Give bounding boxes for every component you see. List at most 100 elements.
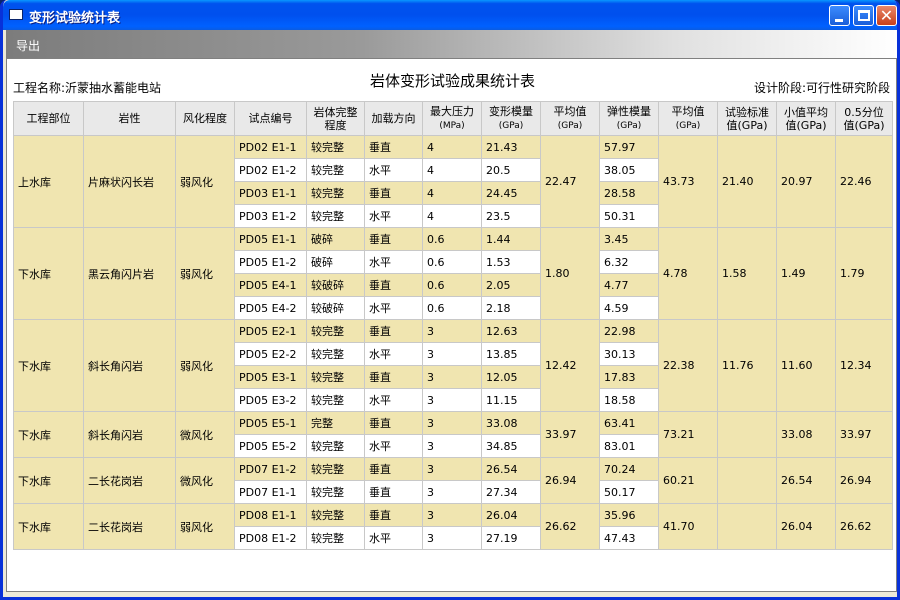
rock-type-cell[interactable]: 二长花岗岩 (83, 457, 176, 504)
standard-value-cell[interactable]: 11.76 (717, 319, 777, 412)
integrity-cell[interactable]: 较完整 (306, 319, 365, 343)
rock-type-cell[interactable]: 斜长角闪岩 (83, 411, 176, 458)
column-header[interactable]: 变形模量 (GPa) (481, 101, 541, 136)
load-direction-cell[interactable]: 垂直 (364, 503, 423, 527)
max-pressure-cell[interactable]: 4 (422, 135, 482, 159)
max-pressure-cell[interactable]: 3 (422, 503, 482, 527)
test-point-id-cell[interactable]: PD08 E1-2 (234, 526, 307, 550)
weathering-cell[interactable]: 弱风化 (175, 227, 235, 320)
standard-value-cell[interactable] (717, 457, 777, 504)
elastic-avg-cell[interactable]: 43.73 (658, 135, 718, 228)
column-header[interactable]: 最大压力 (MPa) (422, 101, 482, 136)
deformation-modulus-cell[interactable]: 34.85 (481, 434, 541, 458)
test-point-id-cell[interactable]: PD05 E5-1 (234, 411, 307, 435)
test-point-id-cell[interactable]: PD05 E5-2 (234, 434, 307, 458)
integrity-cell[interactable]: 较完整 (306, 503, 365, 527)
column-header[interactable]: 试验标准 值(GPa) (717, 101, 777, 136)
max-pressure-cell[interactable]: 3 (422, 526, 482, 550)
elastic-modulus-cell[interactable]: 6.32 (599, 250, 659, 274)
column-header[interactable]: 试点编号 (234, 101, 307, 136)
location-cell[interactable]: 上水库 (13, 135, 84, 228)
load-direction-cell[interactable]: 垂直 (364, 181, 423, 205)
load-direction-cell[interactable]: 垂直 (364, 319, 423, 343)
quantile-05-cell[interactable]: 22.46 (835, 135, 893, 228)
elastic-modulus-cell[interactable]: 70.24 (599, 457, 659, 481)
deformation-modulus-cell[interactable]: 23.5 (481, 204, 541, 228)
integrity-cell[interactable]: 完整 (306, 411, 365, 435)
load-direction-cell[interactable]: 水平 (364, 250, 423, 274)
deformation-modulus-cell[interactable]: 27.19 (481, 526, 541, 550)
integrity-cell[interactable]: 较破碎 (306, 296, 365, 320)
deformation-modulus-cell[interactable]: 1.44 (481, 227, 541, 251)
max-pressure-cell[interactable]: 3 (422, 319, 482, 343)
max-pressure-cell[interactable]: 0.6 (422, 296, 482, 320)
test-point-id-cell[interactable]: PD05 E1-1 (234, 227, 307, 251)
elastic-modulus-cell[interactable]: 30.13 (599, 342, 659, 366)
column-header[interactable]: 岩体完整 程度 (306, 101, 365, 136)
load-direction-cell[interactable]: 水平 (364, 204, 423, 228)
location-cell[interactable]: 下水库 (13, 319, 84, 412)
test-point-id-cell[interactable]: PD05 E4-2 (234, 296, 307, 320)
integrity-cell[interactable]: 破碎 (306, 227, 365, 251)
maximize-button[interactable] (853, 5, 874, 26)
max-pressure-cell[interactable]: 3 (422, 411, 482, 435)
max-pressure-cell[interactable]: 3 (422, 365, 482, 389)
integrity-cell[interactable]: 破碎 (306, 250, 365, 274)
test-point-id-cell[interactable]: PD05 E3-1 (234, 365, 307, 389)
deformation-modulus-cell[interactable]: 12.63 (481, 319, 541, 343)
elastic-modulus-cell[interactable]: 83.01 (599, 434, 659, 458)
standard-value-cell[interactable] (717, 411, 777, 458)
test-point-id-cell[interactable]: PD07 E1-2 (234, 457, 307, 481)
elastic-modulus-cell[interactable]: 38.05 (599, 158, 659, 182)
integrity-cell[interactable]: 较完整 (306, 135, 365, 159)
deformation-avg-cell[interactable]: 1.80 (540, 227, 600, 320)
elastic-modulus-cell[interactable]: 47.43 (599, 526, 659, 550)
load-direction-cell[interactable]: 垂直 (364, 411, 423, 435)
quantile-05-cell[interactable]: 12.34 (835, 319, 893, 412)
column-header[interactable]: 岩性 (83, 101, 176, 136)
max-pressure-cell[interactable]: 3 (422, 480, 482, 504)
integrity-cell[interactable]: 较完整 (306, 480, 365, 504)
min-avg-cell[interactable]: 26.04 (776, 503, 836, 550)
integrity-cell[interactable]: 较破碎 (306, 273, 365, 297)
max-pressure-cell[interactable]: 3 (422, 457, 482, 481)
table-row[interactable]: 下水库 二长花岗岩 微风化 PD07 E1-2 较完整 垂直 3 26.54 26.94 70.2… (13, 457, 893, 504)
max-pressure-cell[interactable]: 0.6 (422, 227, 482, 251)
deformation-modulus-cell[interactable]: 11.15 (481, 388, 541, 412)
deformation-modulus-cell[interactable]: 12.05 (481, 365, 541, 389)
deformation-modulus-cell[interactable]: 21.43 (481, 135, 541, 159)
column-header[interactable]: 工程部位 (13, 101, 84, 136)
column-header[interactable]: 0.5分位 值(GPa) (835, 101, 893, 136)
integrity-cell[interactable]: 较完整 (306, 342, 365, 366)
deformation-modulus-cell[interactable]: 26.54 (481, 457, 541, 481)
deformation-avg-cell[interactable]: 26.62 (540, 503, 600, 550)
elastic-avg-cell[interactable]: 60.21 (658, 457, 718, 504)
deformation-modulus-cell[interactable]: 13.85 (481, 342, 541, 366)
min-avg-cell[interactable]: 33.08 (776, 411, 836, 458)
test-point-id-cell[interactable]: PD03 E1-1 (234, 181, 307, 205)
integrity-cell[interactable]: 较完整 (306, 204, 365, 228)
min-avg-cell[interactable]: 26.54 (776, 457, 836, 504)
elastic-modulus-cell[interactable]: 57.97 (599, 135, 659, 159)
column-header[interactable]: 风化程度 (175, 101, 235, 136)
test-point-id-cell[interactable]: PD05 E3-2 (234, 388, 307, 412)
max-pressure-cell[interactable]: 4 (422, 158, 482, 182)
elastic-modulus-cell[interactable]: 18.58 (599, 388, 659, 412)
integrity-cell[interactable]: 较完整 (306, 365, 365, 389)
elastic-modulus-cell[interactable]: 63.41 (599, 411, 659, 435)
load-direction-cell[interactable]: 水平 (364, 388, 423, 412)
max-pressure-cell[interactable]: 3 (422, 388, 482, 412)
deformation-modulus-cell[interactable]: 26.04 (481, 503, 541, 527)
elastic-modulus-cell[interactable]: 35.96 (599, 503, 659, 527)
load-direction-cell[interactable]: 垂直 (364, 365, 423, 389)
deformation-avg-cell[interactable]: 33.97 (540, 411, 600, 458)
quantile-05-cell[interactable]: 1.79 (835, 227, 893, 320)
elastic-avg-cell[interactable]: 4.78 (658, 227, 718, 320)
deformation-avg-cell[interactable]: 26.94 (540, 457, 600, 504)
rock-type-cell[interactable]: 二长花岗岩 (83, 503, 176, 550)
test-point-id-cell[interactable]: PD02 E1-2 (234, 158, 307, 182)
column-header[interactable]: 弹性模量 (GPa) (599, 101, 659, 136)
elastic-modulus-cell[interactable]: 22.98 (599, 319, 659, 343)
table-row[interactable]: 下水库 斜长角闪岩 微风化 PD05 E5-1 完整 垂直 3 33.08 33.97 63.41… (13, 411, 893, 458)
integrity-cell[interactable]: 较完整 (306, 526, 365, 550)
